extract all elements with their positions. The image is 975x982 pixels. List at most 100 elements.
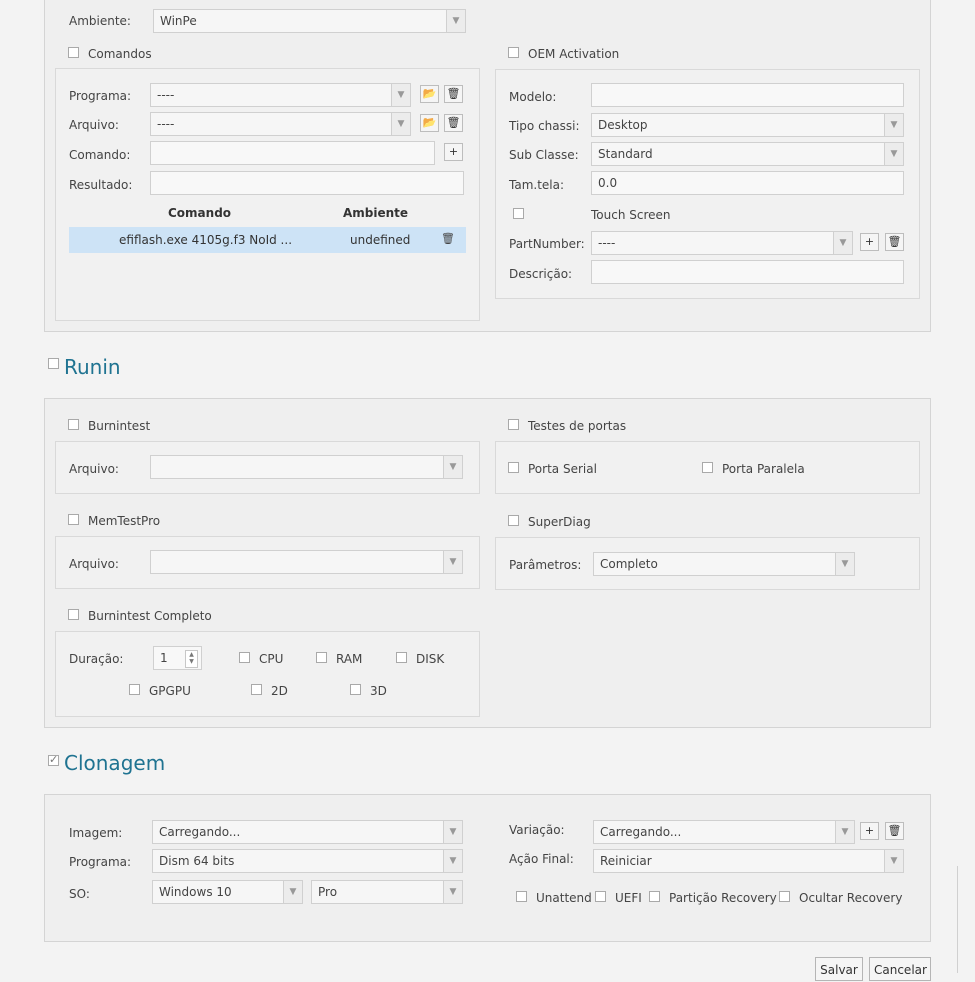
unattend-checkbox[interactable] (516, 891, 527, 902)
oem-checkbox[interactable] (508, 47, 519, 58)
imagem-label: Imagem: (69, 826, 123, 840)
chevron-down-icon: ▼ (835, 821, 854, 843)
2d-label: 2D (271, 684, 288, 698)
memtest-label: MemTestPro (88, 514, 161, 528)
clonagem-programa-select[interactable]: Dism 64 bits ▼ (152, 849, 463, 873)
folder-open-icon[interactable]: 📂 (420, 114, 439, 132)
spinner-arrows-icon[interactable]: ▲ ▼ (185, 650, 198, 668)
folder-open-icon[interactable]: 📂 (420, 85, 439, 103)
so-select[interactable]: Windows 10 ▼ (152, 880, 303, 904)
superdiag-label: SuperDiag (528, 515, 591, 529)
gpgpu-checkbox[interactable] (129, 684, 140, 695)
burnin-completo-checkbox[interactable] (68, 609, 79, 620)
duracao-stepper[interactable]: 1 ▲ ▼ (153, 646, 202, 670)
2d-checkbox[interactable] (251, 684, 262, 695)
modelo-input[interactable] (591, 83, 904, 107)
porta-paralela-checkbox[interactable] (702, 462, 713, 473)
touch-screen-label: Touch Screen (591, 208, 671, 222)
ram-label: RAM (336, 652, 363, 666)
tam-tela-input[interactable]: 0.0 (591, 171, 904, 195)
table-header-ambiente: Ambiente (343, 206, 409, 220)
clonagem-programa-value: Dism 64 bits (159, 854, 235, 868)
arquivo-value: ---- (157, 117, 175, 131)
edicao-select[interactable]: Pro ▼ (311, 880, 463, 904)
parametros-select[interactable]: Completo ▼ (593, 552, 855, 576)
descricao-input[interactable] (591, 260, 904, 284)
memtest-checkbox[interactable] (68, 514, 79, 525)
runin-checkbox[interactable] (48, 358, 59, 369)
edicao-value: Pro (318, 885, 338, 899)
particao-recovery-label: Partição Recovery (669, 891, 777, 905)
duracao-value: 1 (160, 651, 168, 665)
tipo-chassi-select[interactable]: Desktop ▼ (591, 113, 904, 137)
programa-value: ---- (157, 88, 175, 102)
comando-input[interactable] (150, 141, 435, 165)
programa-select[interactable]: ---- ▼ (150, 83, 411, 107)
duracao-label: Duração: (69, 652, 124, 666)
trash-icon[interactable]: 🗑 (441, 232, 455, 245)
parametros-value: Completo (600, 557, 658, 571)
comandos-checkbox[interactable] (68, 47, 79, 58)
porta-paralela-label: Porta Paralela (722, 462, 805, 476)
clonagem-checkbox[interactable] (48, 753, 59, 766)
burnintest-checkbox[interactable] (68, 419, 79, 430)
memtest-arquivo-select[interactable]: ▼ (150, 550, 463, 574)
trash-icon[interactable]: 🗑 (885, 233, 904, 251)
table-row[interactable]: efiflash.exe 4105g.f3 NoId ... undefined… (69, 227, 466, 253)
runin-title: Runin (64, 355, 121, 379)
modelo-label: Modelo: (509, 90, 557, 104)
touch-screen-checkbox[interactable] (513, 208, 524, 219)
unattend-label: Unattend (536, 891, 592, 905)
imagem-select[interactable]: Carregando... ▼ (152, 820, 463, 844)
cpu-checkbox[interactable] (239, 652, 250, 663)
trash-icon[interactable]: 🗑 (885, 822, 904, 840)
oem-label: OEM Activation (528, 47, 620, 61)
chevron-down-icon: ▼ (443, 456, 462, 478)
trash-icon[interactable]: 🗑 (444, 85, 463, 103)
resultado-input[interactable] (150, 171, 464, 195)
particao-recovery-checkbox[interactable] (649, 891, 660, 902)
superdiag-checkbox[interactable] (508, 515, 519, 526)
salvar-button[interactable]: Salvar (815, 957, 863, 981)
3d-checkbox[interactable] (350, 684, 361, 695)
imagem-value: Carregando... (159, 825, 241, 839)
burnintest-label: Burnintest (88, 419, 151, 433)
trash-icon[interactable]: 🗑 (444, 114, 463, 132)
arquivo-select[interactable]: ---- ▼ (150, 112, 411, 136)
chevron-down-icon: ▼ (446, 10, 465, 32)
chevron-down-icon: ▼ (884, 114, 903, 136)
variacao-value: Carregando... (600, 825, 682, 839)
testes-portas-checkbox[interactable] (508, 419, 519, 430)
resultado-label: Resultado: (69, 178, 133, 192)
uefi-checkbox[interactable] (595, 891, 606, 902)
sub-classe-select[interactable]: Standard ▼ (591, 142, 904, 166)
scrollbar-track[interactable] (957, 866, 958, 973)
chevron-down-icon: ▼ (443, 850, 462, 872)
table-header-comando: Comando (168, 206, 232, 220)
sub-classe-value: Standard (598, 147, 653, 161)
ambiente-select[interactable]: WinPe ▼ (153, 9, 466, 33)
acao-final-value: Reiniciar (600, 854, 652, 868)
cancelar-button[interactable]: Cancelar (869, 957, 931, 981)
burnintest-arquivo-select[interactable]: ▼ (150, 455, 463, 479)
ocultar-recovery-checkbox[interactable] (779, 891, 790, 902)
chevron-down-icon: ▼ (443, 821, 462, 843)
3d-label: 3D (370, 684, 387, 698)
clonagem-title: Clonagem (64, 751, 166, 775)
add-icon[interactable]: + (860, 233, 879, 251)
disk-checkbox[interactable] (396, 652, 407, 663)
acao-final-select[interactable]: Reiniciar ▼ (593, 849, 904, 873)
so-value: Windows 10 (159, 885, 232, 899)
sub-classe-label: Sub Classe: (509, 148, 579, 162)
porta-serial-checkbox[interactable] (508, 462, 519, 473)
tipo-chassi-value: Desktop (598, 118, 648, 132)
chevron-down-icon: ▼ (884, 143, 903, 165)
ram-checkbox[interactable] (316, 652, 327, 663)
add-icon[interactable]: + (860, 822, 879, 840)
burnintest-arquivo-label: Arquivo: (69, 462, 119, 476)
partnumber-select[interactable]: ---- ▼ (591, 231, 853, 255)
comando-label: Comando: (69, 148, 131, 162)
variacao-select[interactable]: Carregando... ▼ (593, 820, 855, 844)
cpu-label: CPU (259, 652, 284, 666)
add-icon[interactable]: + (444, 143, 463, 161)
